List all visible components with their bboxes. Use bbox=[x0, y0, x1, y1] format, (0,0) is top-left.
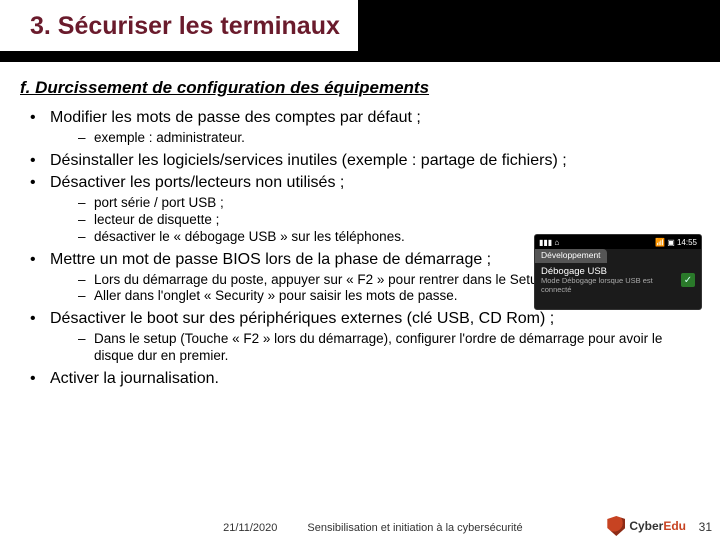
bullet-item: Désinstaller les logiciels/services inut… bbox=[28, 151, 700, 171]
footer-date: 21/11/2020 bbox=[197, 522, 277, 534]
cyberedu-logo: CyberEdu bbox=[607, 516, 686, 536]
status-left-icons: ▮▮▮ ⌂ bbox=[539, 238, 559, 247]
sub-item: exemple : administrateur. bbox=[78, 130, 700, 147]
bullet-item: Désactiver le boot sur des périphériques… bbox=[28, 309, 700, 365]
page-number: 31 bbox=[699, 520, 712, 534]
bullet-text: Modifier les mots de passe des comptes p… bbox=[50, 109, 421, 126]
phone-status-bar: ▮▮▮ ⌂ 📶 ▣ 14:55 bbox=[535, 235, 701, 249]
phone-tab: Développement bbox=[535, 249, 607, 263]
title-box: 3. Sécuriser les terminaux bbox=[0, 0, 358, 51]
checkbox-icon: ✓ bbox=[681, 273, 695, 287]
bullet-text: Désactiver les ports/lecteurs non utilis… bbox=[50, 174, 344, 191]
slide-title: 3. Sécuriser les terminaux bbox=[30, 12, 340, 41]
logo-text-edu: Edu bbox=[663, 519, 686, 533]
sub-item: lecteur de disquette ; bbox=[78, 212, 700, 229]
footer-caption: Sensibilisation et initiation à la cyber… bbox=[307, 522, 522, 534]
sub-list: exemple : administrateur. bbox=[50, 130, 700, 147]
slide-body: f. Durcissement de configuration des équ… bbox=[0, 62, 720, 389]
shield-icon bbox=[607, 516, 625, 536]
bullet-item: Modifier les mots de passe des comptes p… bbox=[28, 108, 700, 147]
bullet-text: Désactiver le boot sur des périphériques… bbox=[50, 310, 554, 327]
sub-item: port série / port USB ; bbox=[78, 195, 700, 212]
section-subhead: f. Durcissement de configuration des équ… bbox=[20, 78, 700, 98]
bullet-item: Activer la journalisation. bbox=[28, 369, 700, 389]
phone-setting-row: Débogage USB Mode Débogage lorsque USB e… bbox=[535, 263, 701, 294]
phone-tab-row: Développement bbox=[535, 249, 701, 263]
bullet-text: Mettre un mot de passe BIOS lors de la p… bbox=[50, 251, 491, 268]
title-bar: 3. Sécuriser les terminaux bbox=[0, 0, 720, 62]
phone-screenshot: ▮▮▮ ⌂ 📶 ▣ 14:55 Développement Débogage U… bbox=[534, 234, 702, 310]
sub-item: Dans le setup (Touche « F2 » lors du dém… bbox=[78, 331, 700, 365]
status-right-icons: 📶 ▣ 14:55 bbox=[655, 238, 697, 247]
phone-setting-sub: Mode Débogage lorsque USB est connecté bbox=[541, 277, 681, 294]
logo-text-cyber: Cyber bbox=[629, 519, 663, 533]
sub-list: Dans le setup (Touche « F2 » lors du dém… bbox=[50, 331, 700, 365]
